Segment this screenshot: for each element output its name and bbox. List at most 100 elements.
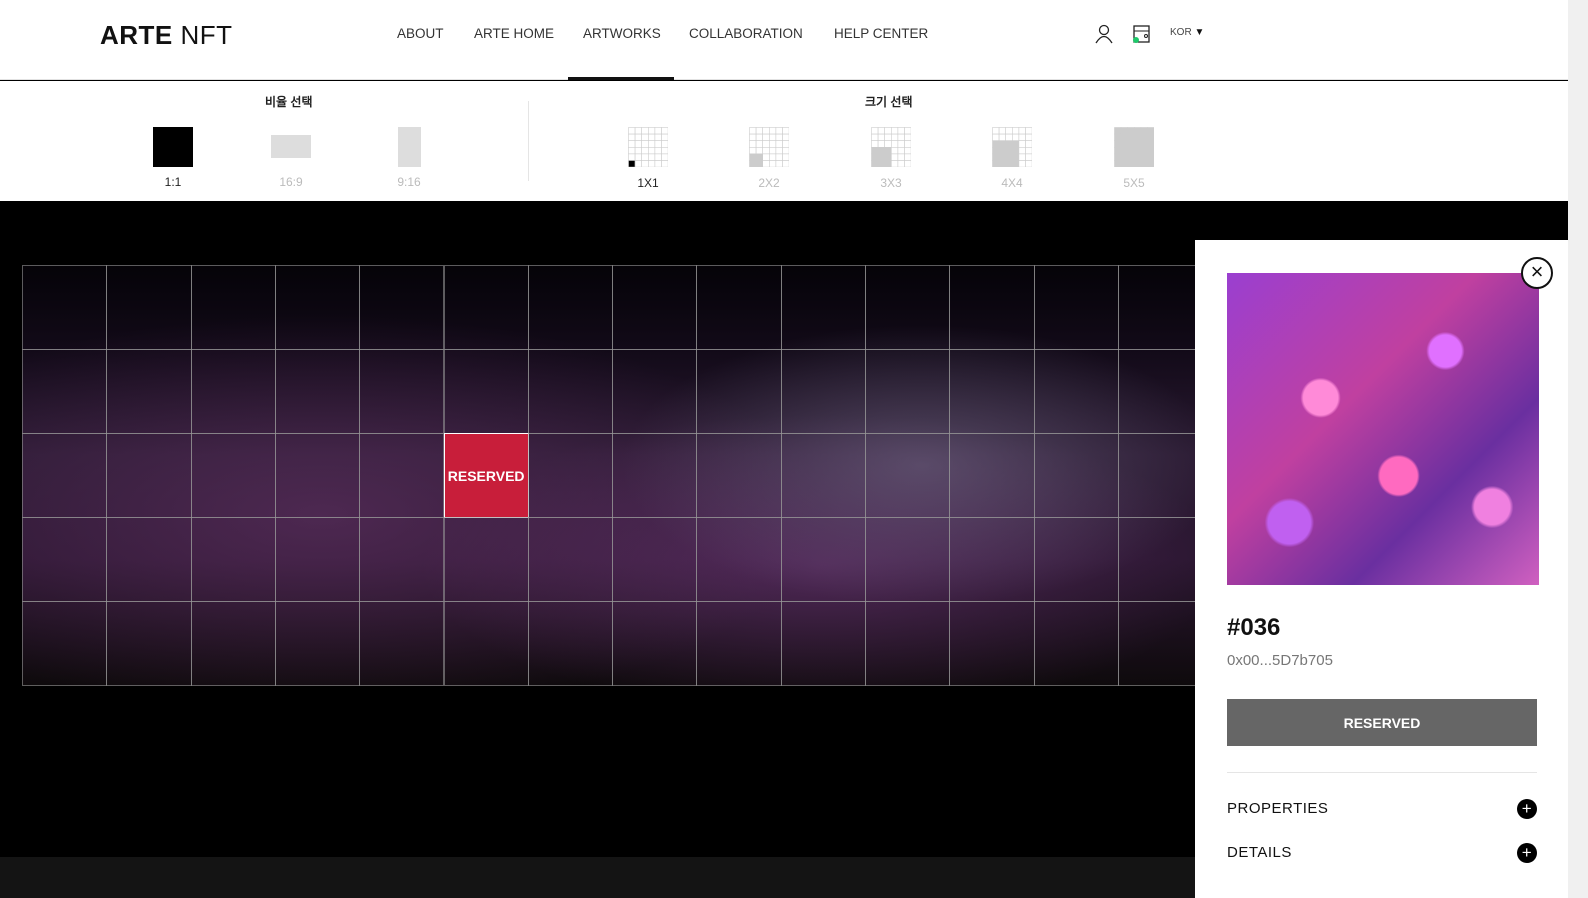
- active-nav-indicator: [568, 77, 674, 80]
- grid-cell[interactable]: [780, 601, 866, 686]
- grid-cell[interactable]: [190, 265, 276, 350]
- grid-cell[interactable]: [22, 349, 108, 434]
- grid-cell[interactable]: [274, 265, 361, 350]
- contract-address[interactable]: 0x00...5D7b705: [1227, 652, 1333, 669]
- grid-cell[interactable]: [274, 349, 361, 434]
- size-label: 2X2: [758, 176, 780, 190]
- grid-cell[interactable]: [865, 265, 951, 350]
- grid-cell[interactable]: [22, 601, 108, 686]
- size-label: 1X1: [637, 176, 659, 190]
- grid-cell[interactable]: [865, 517, 951, 602]
- grid-cell[interactable]: [612, 349, 698, 434]
- grid-cell[interactable]: [865, 601, 951, 686]
- grid-cell[interactable]: [780, 265, 866, 350]
- grid-cell[interactable]: [527, 601, 614, 686]
- grid-cell[interactable]: [612, 265, 698, 350]
- close-icon[interactable]: ×: [1521, 257, 1553, 289]
- grid-cell[interactable]: [527, 349, 614, 434]
- grid-cell[interactable]: [949, 517, 1035, 602]
- grid-cell[interactable]: [527, 265, 614, 350]
- caret-down-icon: ▼: [1194, 27, 1205, 38]
- grid-cell[interactable]: [1117, 517, 1204, 602]
- grid-cell[interactable]: [612, 601, 698, 686]
- grid-cell[interactable]: [1033, 601, 1119, 686]
- grid-cell[interactable]: [359, 433, 445, 518]
- token-id: #036: [1227, 614, 1281, 641]
- grid-cell[interactable]: [865, 349, 951, 434]
- language-select[interactable]: KOR ▼: [1170, 27, 1204, 38]
- grid-cell[interactable]: [1033, 265, 1119, 350]
- grid-cell[interactable]: [1033, 433, 1119, 518]
- grid-cell[interactable]: [696, 601, 782, 686]
- grid-cell[interactable]: [190, 433, 276, 518]
- artwork-preview-image: [1227, 273, 1539, 585]
- nav-collaboration[interactable]: COLLABORATION: [689, 26, 803, 41]
- grid-cell[interactable]: [780, 517, 866, 602]
- plus-icon[interactable]: +: [1517, 799, 1537, 819]
- grid-cell[interactable]: [443, 601, 529, 686]
- grid-cell[interactable]: [696, 433, 782, 518]
- plus-icon[interactable]: +: [1517, 843, 1537, 863]
- grid-cell[interactable]: [949, 349, 1035, 434]
- grid-cell[interactable]: [1117, 265, 1204, 350]
- details-accordion[interactable]: DETAILS +: [1227, 843, 1537, 863]
- divider: [1227, 772, 1537, 773]
- size-grid-icon: [628, 127, 668, 167]
- nav-help-center[interactable]: HELP CENTER: [834, 26, 928, 41]
- grid-cell[interactable]: [780, 349, 866, 434]
- grid-cell[interactable]: [949, 433, 1035, 518]
- grid-cell[interactable]: [612, 433, 698, 518]
- reserved-button[interactable]: RESERVED: [1227, 699, 1537, 746]
- size-grid-icon: [1114, 127, 1154, 167]
- logo[interactable]: ARTE NFT: [100, 20, 233, 51]
- nav-about[interactable]: ABOUT: [397, 26, 444, 41]
- grid-cell[interactable]: [106, 517, 192, 602]
- grid-cell[interactable]: [274, 601, 361, 686]
- size-label: 5X5: [1123, 176, 1145, 190]
- grid-cell[interactable]: [443, 349, 529, 434]
- grid-cell[interactable]: [1117, 433, 1204, 518]
- grid-cell[interactable]: [696, 517, 782, 602]
- grid-cell[interactable]: [612, 517, 698, 602]
- grid-cell[interactable]: [106, 433, 192, 518]
- grid-cell[interactable]: [949, 601, 1035, 686]
- grid-cell[interactable]: [949, 265, 1035, 350]
- size-grid-icon: [749, 127, 789, 167]
- grid-cell[interactable]: [780, 433, 866, 518]
- properties-accordion[interactable]: PROPERTIES +: [1227, 799, 1537, 819]
- grid-cell[interactable]: [527, 517, 614, 602]
- grid-cell[interactable]: [1117, 349, 1204, 434]
- grid-cell[interactable]: [359, 265, 445, 350]
- grid-cell[interactable]: [22, 433, 108, 518]
- grid-cell[interactable]: [865, 433, 951, 518]
- reserved-cell[interactable]: RESERVED: [443, 433, 529, 518]
- nav-arte-home[interactable]: ARTE HOME: [474, 26, 554, 41]
- grid-cell[interactable]: [696, 349, 782, 434]
- user-icon[interactable]: [1095, 24, 1113, 44]
- grid-cell[interactable]: [359, 517, 445, 602]
- nav-artworks[interactable]: ARTWORKS: [583, 26, 661, 41]
- grid-cell[interactable]: [106, 265, 192, 350]
- grid-cell[interactable]: [443, 517, 529, 602]
- grid-cell[interactable]: [527, 433, 614, 518]
- grid-cell[interactable]: [443, 265, 529, 350]
- grid-cell[interactable]: [106, 349, 192, 434]
- grid-cell[interactable]: [359, 349, 445, 434]
- grid-cell[interactable]: [190, 349, 276, 434]
- wallet-icon[interactable]: [1132, 24, 1152, 44]
- grid-cell[interactable]: [359, 601, 445, 686]
- grid-cell[interactable]: [696, 265, 782, 350]
- ratio-title: 비율 선택: [265, 95, 313, 109]
- grid-cell[interactable]: [1033, 517, 1119, 602]
- artwork-grid: RESERVED: [22, 265, 1204, 686]
- grid-cell[interactable]: [274, 517, 361, 602]
- scrollbar[interactable]: [1568, 0, 1588, 898]
- grid-cell[interactable]: [22, 517, 108, 602]
- grid-cell[interactable]: [106, 601, 192, 686]
- grid-cell[interactable]: [190, 517, 276, 602]
- grid-cell[interactable]: [190, 601, 276, 686]
- grid-cell[interactable]: [1117, 601, 1204, 686]
- grid-cell[interactable]: [22, 265, 108, 350]
- grid-cell[interactable]: [1033, 349, 1119, 434]
- grid-cell[interactable]: [274, 433, 361, 518]
